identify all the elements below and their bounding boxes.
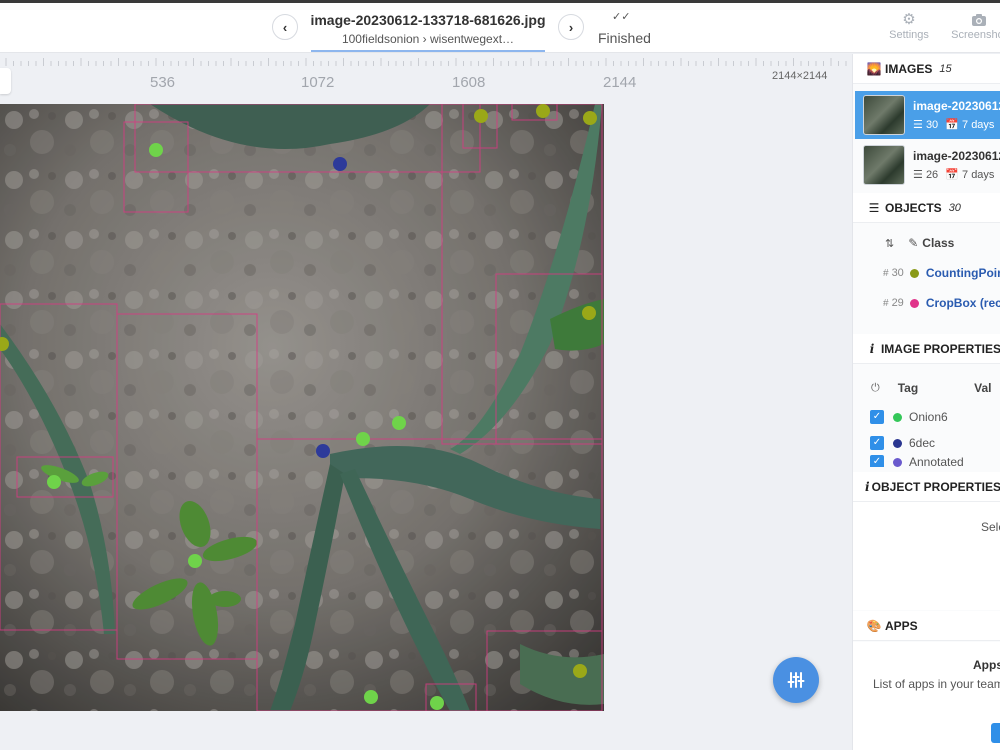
image-age: 7 days: [962, 169, 995, 181]
tag-color-dot: [893, 438, 902, 448]
tag-checkbox[interactable]: ✓: [870, 436, 884, 450]
image-name: image-20230612: [913, 149, 1000, 163]
select-object-hint: Sele: [981, 520, 1000, 534]
settings-button[interactable]: ⚙ Settings: [884, 11, 934, 41]
class-number: 30: [891, 267, 904, 279]
value-column-header: Val: [974, 381, 992, 395]
images-section-header[interactable]: 🌄 IMAGES 15: [853, 54, 1000, 84]
apps-panel: Apps List of apps in your team: [853, 642, 1000, 750]
hash-icon: #: [883, 267, 889, 279]
tag-row[interactable]: ✓ 6dec: [853, 430, 1000, 456]
top-bar: ‹ image-20230612-133718-681626.jpg 100fi…: [0, 3, 1000, 53]
ruler-ticks: [5, 58, 847, 66]
calendar-icon: 📅: [945, 169, 959, 181]
apps-heading: Apps: [973, 658, 1000, 672]
tag-name: Onion6: [909, 410, 948, 424]
class-row[interactable]: # 29 CropBox (rect: [853, 290, 1000, 316]
class-name: CropBox (rect: [925, 296, 1000, 310]
apps-title: APPS: [885, 618, 918, 633]
image-age: 7 days: [962, 119, 995, 131]
layers-icon: ☰: [913, 119, 923, 131]
image-list-item-active[interactable]: image-20230612 ☰ 30 📅 7 days: [855, 91, 1000, 139]
image-thumbnail: [863, 145, 905, 185]
status-label[interactable]: Finished: [598, 30, 651, 46]
brush-icon: ✎: [908, 236, 919, 250]
palette-icon: 🎨: [866, 618, 882, 633]
tag-row[interactable]: ✓ Annotated: [853, 455, 1000, 467]
class-color-dot: [909, 298, 919, 308]
tag-name: 6dec: [909, 436, 936, 450]
images-title: IMAGES: [885, 61, 933, 76]
object-count: 26: [925, 169, 939, 181]
object-properties-panel: Sele: [853, 502, 1000, 610]
tag-color-dot: [893, 458, 902, 467]
annotation-canvas[interactable]: 536 1072 1608 2144 2144×2144: [0, 54, 852, 750]
image-photo[interactable]: [0, 104, 604, 711]
ruler-label: 536: [150, 74, 176, 91]
objects-section-header[interactable]: ☰ OBJECTS 30: [853, 193, 1000, 223]
image-size-label: 2144×2144: [772, 70, 828, 82]
ruler: 536 1072 1608 2144 2144×2144: [0, 54, 852, 92]
image-list-item[interactable]: image-20230612 ☰ 26 📅 7 days: [855, 141, 1000, 189]
apps-description: List of apps in your team: [873, 677, 1000, 691]
apps-action-button[interactable]: [991, 723, 1000, 743]
ruler-label: 1608: [452, 74, 486, 91]
class-color-dot: [909, 268, 919, 278]
tag-checkbox[interactable]: ✓: [870, 410, 884, 424]
class-number: 29: [891, 297, 904, 309]
next-image-button[interactable]: ›: [558, 14, 584, 40]
breadcrumb[interactable]: 100fieldsonion › wisentwegext…: [300, 32, 556, 46]
double-check-icon: ✓✓: [612, 11, 631, 23]
images-count: 15: [939, 62, 952, 75]
gear-icon: ⚙: [902, 11, 916, 28]
object-properties-header[interactable]: i OBJECT PROPERTIES: [853, 472, 1000, 502]
screenshot-label: Screenshot: [951, 29, 1000, 41]
object-properties-title: OBJECT PROPERTIES: [871, 479, 1000, 494]
layers-icon: ☰: [868, 200, 880, 215]
tag-checkbox[interactable]: ✓: [870, 455, 884, 467]
title-underline: [311, 50, 545, 52]
layers-icon: ☰: [913, 169, 923, 181]
image-title: image-20230612-133718-681626.jpg: [310, 12, 546, 28]
tag-name: Annotated: [909, 455, 964, 467]
tag-row[interactable]: ✓ Onion6: [853, 404, 1000, 430]
objects-count: 30: [948, 201, 961, 214]
sliders-icon: [787, 672, 805, 688]
hash-icon: #: [883, 297, 889, 309]
info-icon: i: [869, 341, 875, 356]
camera-icon: [972, 14, 986, 26]
calendar-icon: 📅: [945, 119, 959, 131]
screenshot-button[interactable]: Screenshot: [944, 11, 1000, 41]
tag-column-header: Tag: [897, 381, 919, 395]
chevron-left-icon: ‹: [282, 19, 288, 35]
tag-color-dot: [893, 412, 902, 422]
sort-icon: ⇅: [885, 237, 895, 250]
ruler-label: 2144: [603, 74, 637, 91]
objects-title: OBJECTS: [885, 200, 942, 215]
image-thumbnail: [863, 95, 905, 135]
right-sidebar: 🌄 IMAGES 15 image-20230612 ☰ 30 📅 7 days…: [852, 54, 1000, 750]
tags-header-row: ⏻ Tag Val: [853, 375, 1000, 401]
settings-label: Settings: [889, 29, 929, 41]
class-row[interactable]: # 30 CountingPoint: [853, 260, 1000, 286]
image-properties-title: IMAGE PROPERTIES: [880, 341, 1000, 356]
apps-section-header[interactable]: 🎨 APPS: [853, 611, 1000, 641]
chevron-right-icon: ›: [568, 19, 574, 35]
sort-label: Class: [922, 236, 955, 250]
info-icon: i: [865, 479, 870, 494]
ruler-label: 1072: [301, 74, 335, 91]
previous-image-button[interactable]: ‹: [272, 14, 298, 40]
images-icon: 🌄: [866, 61, 882, 76]
power-icon: ⏻: [871, 381, 880, 394]
image-name: image-20230612: [913, 99, 1000, 113]
ruler-toggle-button[interactable]: [0, 68, 11, 94]
class-name: CountingPoint: [925, 266, 1000, 280]
object-count: 30: [925, 119, 939, 131]
image-properties-header[interactable]: i IMAGE PROPERTIES: [853, 334, 1000, 364]
objects-sort-row[interactable]: ⇅ ✎ Class: [853, 230, 1000, 256]
tune-settings-button[interactable]: [773, 657, 819, 703]
